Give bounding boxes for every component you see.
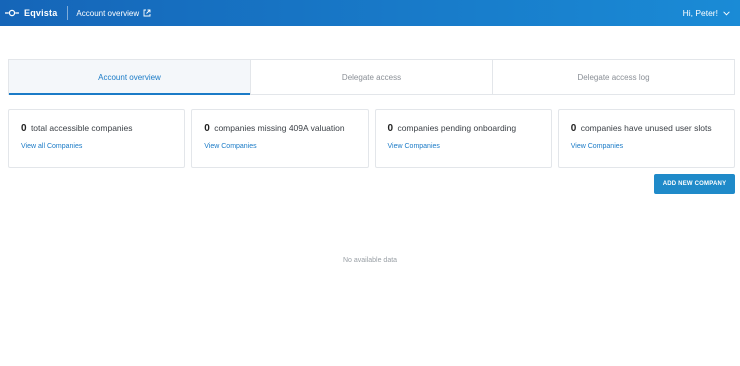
- card-label: companies pending onboarding: [397, 123, 517, 133]
- tab-label: Delegate access: [341, 72, 402, 82]
- account-overview-link-label: Account overview: [76, 8, 140, 18]
- user-greeting: Hi, Peter!: [682, 8, 718, 18]
- account-overview-link[interactable]: Account overview: [76, 9, 151, 18]
- overview-tabs: Account overview Delegate access Delegat…: [8, 59, 735, 95]
- card-title: 0 total accessible companies: [21, 123, 184, 134]
- brand-logo[interactable]: Eqvista: [5, 0, 57, 26]
- top-navigation-bar: Eqvista Account overview Hi, Peter!: [0, 0, 740, 26]
- eqvista-logo-icon: [5, 9, 19, 17]
- card-title: 0 companies have unused user slots: [571, 123, 734, 134]
- user-menu[interactable]: Hi, Peter!: [683, 0, 730, 26]
- view-companies-link[interactable]: View Companies: [571, 143, 623, 150]
- summary-card-unused-user-slots: 0 companies have unused user slots View …: [557, 109, 735, 168]
- card-title: 0 companies pending onboarding: [388, 123, 551, 134]
- tab-label: Delegate access log: [577, 72, 650, 82]
- summary-card-accessible-companies: 0 total accessible companies View all Co…: [8, 109, 186, 168]
- tab-label: Account overview: [98, 72, 161, 82]
- tab-delegate-access[interactable]: Delegate access: [250, 60, 492, 94]
- chevron-down-icon: [723, 10, 730, 15]
- external-link-icon: [143, 9, 151, 17]
- summary-card-missing-409a: 0 companies missing 409A valuation View …: [191, 109, 369, 168]
- card-label: companies have unused user slots: [580, 123, 712, 133]
- tab-delegate-access-log[interactable]: Delegate access log: [492, 60, 734, 94]
- view-companies-link[interactable]: View Companies: [204, 143, 256, 150]
- card-label: companies missing 409A valuation: [214, 123, 345, 133]
- tab-account-overview[interactable]: Account overview: [9, 60, 250, 95]
- add-new-company-button[interactable]: ADD NEW COMPANY: [654, 174, 735, 194]
- view-companies-link[interactable]: View Companies: [388, 143, 440, 150]
- brand-name: Eqvista: [24, 8, 58, 18]
- view-all-companies-link[interactable]: View all Companies: [21, 143, 82, 150]
- summary-card-pending-onboarding: 0 companies pending onboarding View Comp…: [374, 109, 552, 168]
- header-divider: [67, 6, 69, 20]
- card-title: 0 companies missing 409A valuation: [204, 123, 367, 134]
- card-count: 0: [204, 123, 210, 134]
- card-count: 0: [570, 123, 577, 134]
- summary-cards: 0 total accessible companies View all Co…: [8, 109, 735, 168]
- card-count: 0: [387, 123, 394, 134]
- card-label: total accessible companies: [30, 123, 133, 133]
- card-count: 0: [21, 123, 27, 134]
- empty-state-message: No available data: [342, 257, 398, 264]
